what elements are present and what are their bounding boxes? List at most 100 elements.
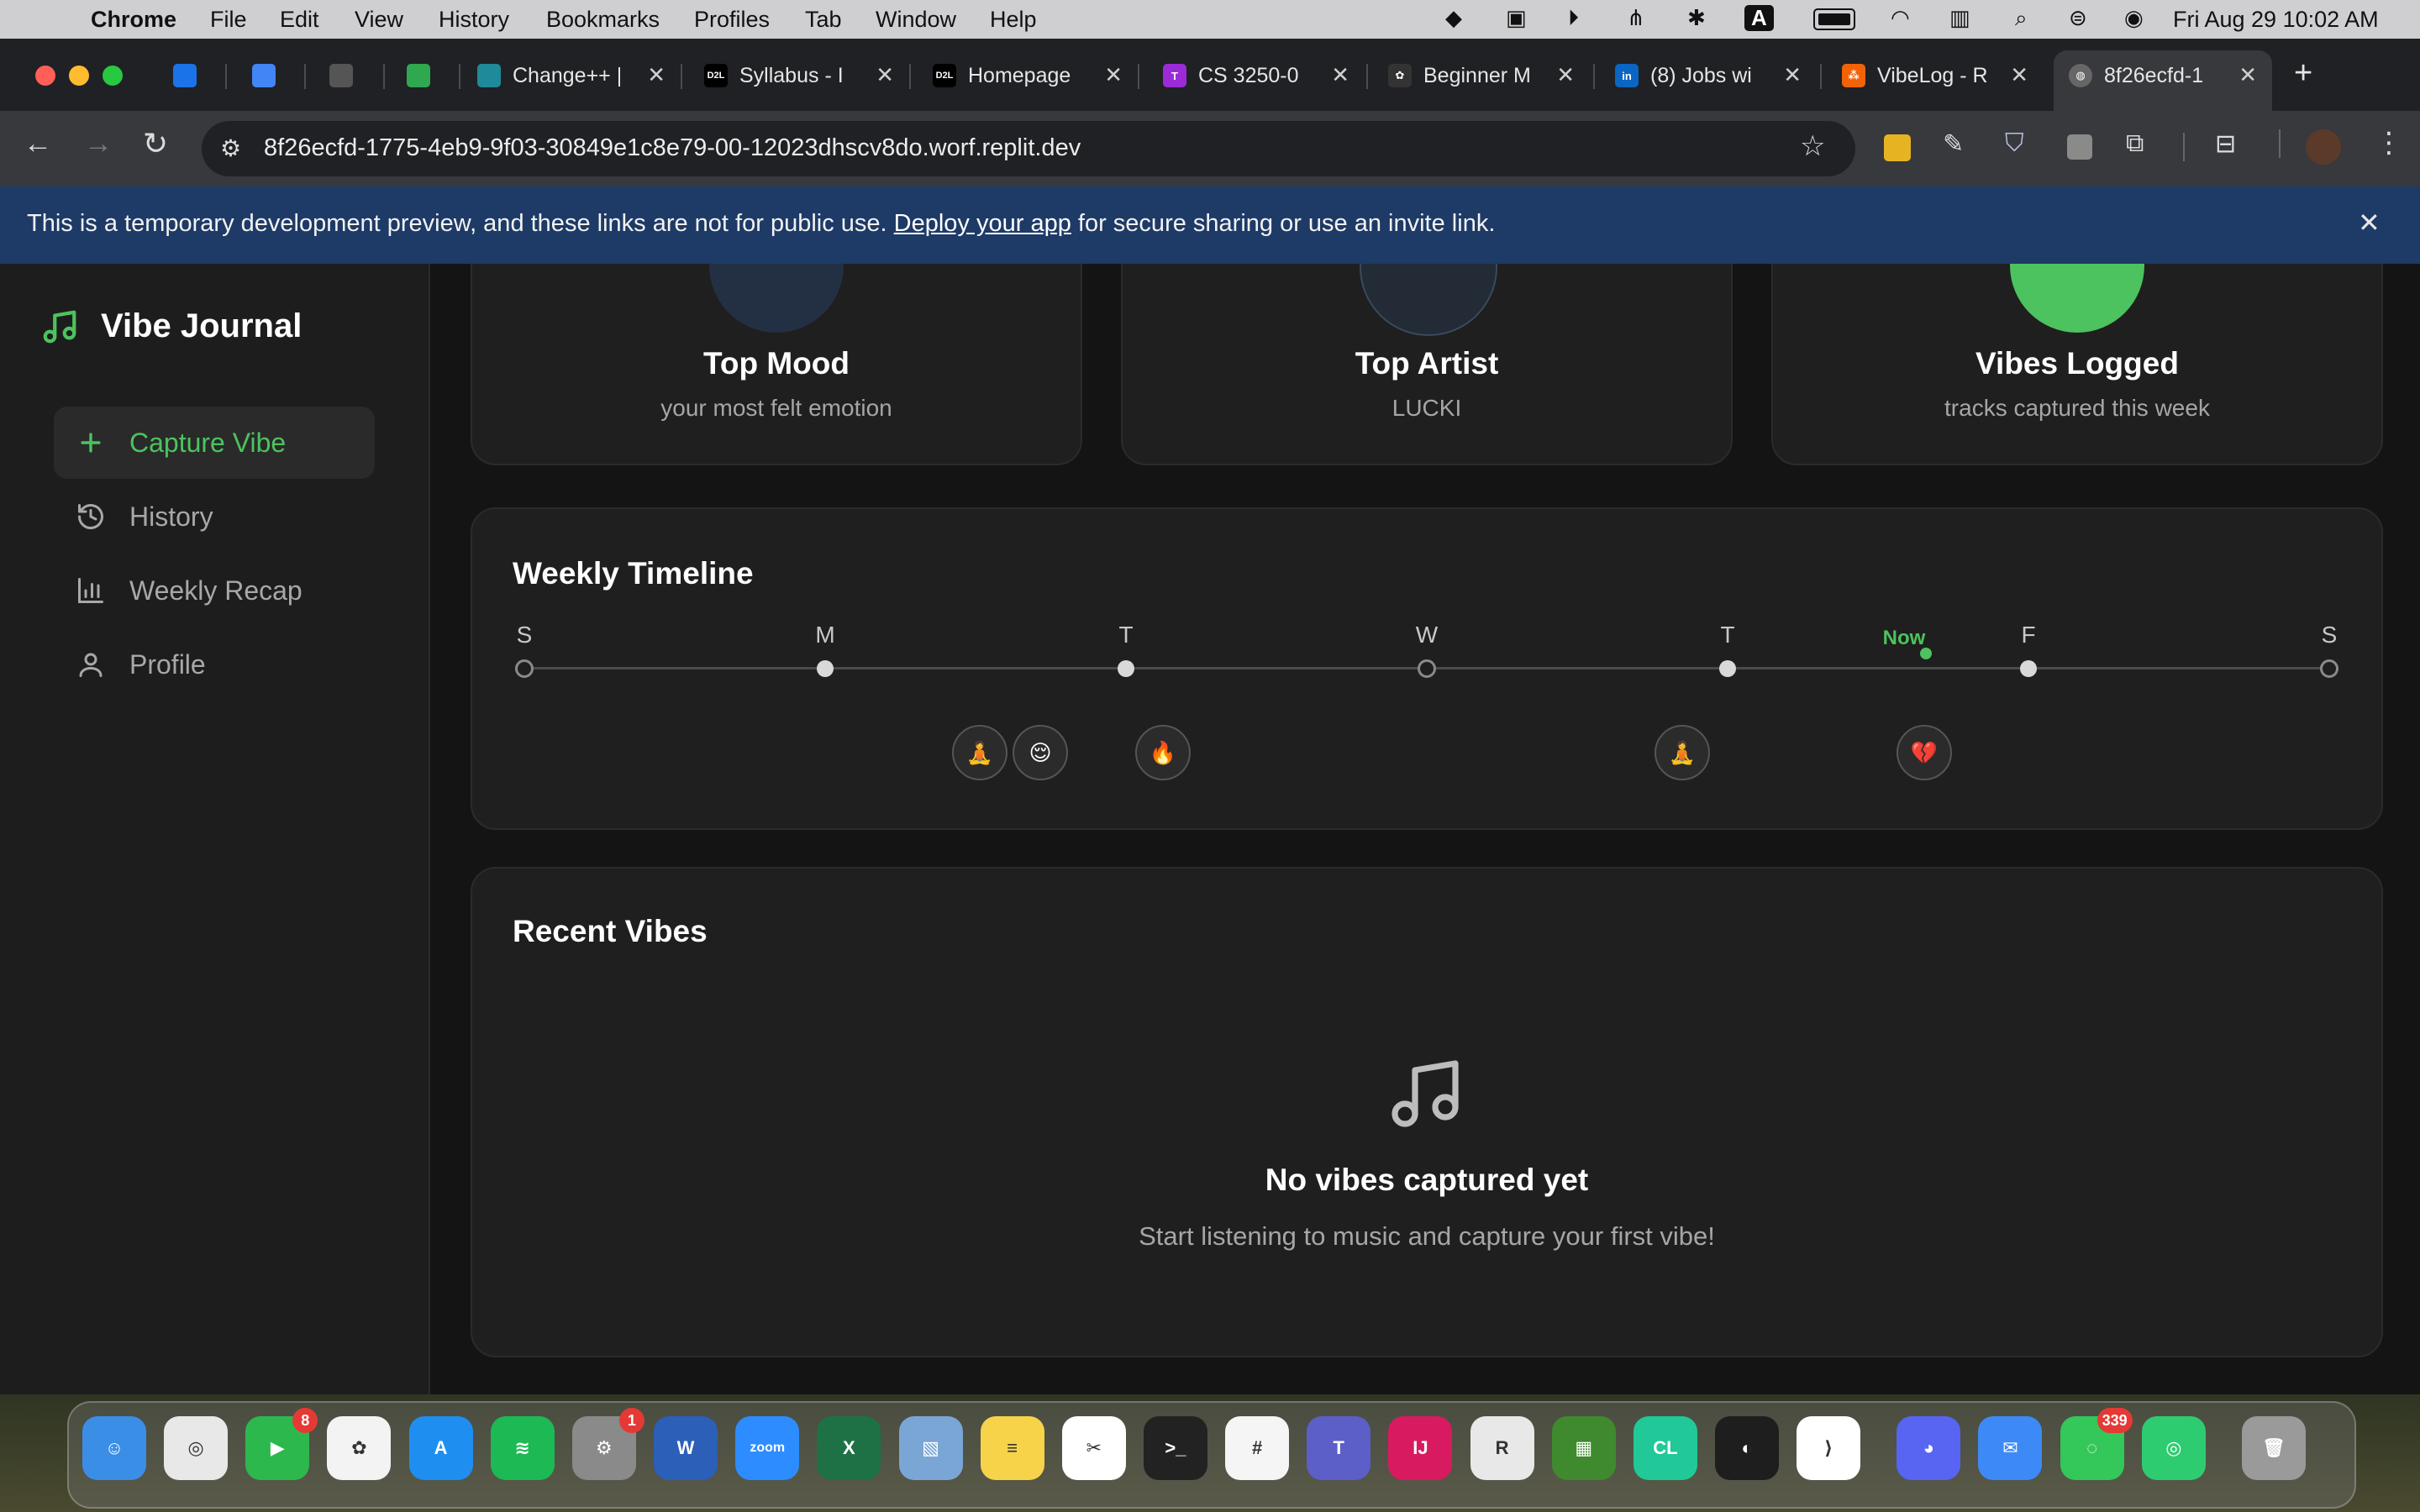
tab-cs3250[interactable]: T CS 3250-0 ✕ xyxy=(1163,54,1349,97)
r-icon[interactable]: R xyxy=(1470,1416,1534,1480)
puzzle-icon[interactable]: ⧉ xyxy=(2126,129,2144,158)
banner-close-icon[interactable]: ✕ xyxy=(2358,207,2381,239)
tab-active-preview[interactable]: ◍ 8f26ecfd-1 ✕ xyxy=(2069,54,2257,97)
settings-icon[interactable]: ⚙ 1 xyxy=(571,1408,644,1480)
tab-pen[interactable] xyxy=(329,54,363,97)
input-source-icon[interactable]: A xyxy=(1744,5,1774,31)
eyedropper-icon[interactable]: ✎ xyxy=(1943,129,1964,159)
menu-file[interactable]: File xyxy=(210,7,247,33)
site-info-icon[interactable]: ⚙ xyxy=(220,134,241,162)
deploy-app-link[interactable]: Deploy your app xyxy=(894,210,1071,237)
window-zoom-button[interactable] xyxy=(103,66,123,86)
messages-icon[interactable]: ◌ 339 xyxy=(2060,1408,2133,1480)
trash-icon[interactable]: 🗑 xyxy=(2241,1416,2306,1480)
back-button[interactable]: ← xyxy=(24,128,52,160)
menu-profiles[interactable]: Profiles xyxy=(694,7,770,33)
intellij-icon[interactable]: IJ xyxy=(1388,1416,1453,1480)
tab-homepage[interactable]: D2L Homepage ✕ xyxy=(933,54,1123,97)
tab-syllabus[interactable]: D2L Syllabus - I ✕ xyxy=(704,54,894,97)
tab-slash[interactable] xyxy=(407,54,440,97)
clion-icon[interactable]: CL xyxy=(1633,1416,1697,1480)
facetime-icon[interactable]: ▶ 8 xyxy=(245,1408,318,1480)
memory-icon[interactable]: ▥ xyxy=(1949,5,1970,31)
finder-icon[interactable]: ☺ xyxy=(82,1416,146,1480)
reload-button[interactable]: ↻ xyxy=(143,126,168,161)
chrome-icon[interactable]: ◎ xyxy=(164,1416,229,1480)
search-icon[interactable]: ⌕ xyxy=(2015,5,2028,32)
teams-icon[interactable]: T xyxy=(1307,1416,1371,1480)
photos-icon[interactable]: ✿ xyxy=(327,1416,392,1480)
tab-beginner[interactable]: ✿ Beginner M ✕ xyxy=(1388,54,1575,97)
close-icon[interactable]: ✕ xyxy=(647,62,666,88)
status-teams-icon[interactable]: ▣ xyxy=(1506,5,1527,31)
close-icon[interactable]: ✕ xyxy=(876,62,894,88)
preview-icon[interactable]: ▧ xyxy=(898,1416,963,1480)
menu-app-name[interactable]: Chrome xyxy=(91,7,176,33)
new-tab-button[interactable]: + xyxy=(2294,55,2312,92)
siri-icon[interactable]: ◉ xyxy=(2124,5,2144,31)
window-close-button[interactable] xyxy=(35,66,55,86)
status-app-icon[interactable]: ◆ xyxy=(1445,5,1462,31)
vibe-entry-bubble[interactable]: 🧘 xyxy=(1655,725,1710,780)
bookmark-star-icon[interactable]: ☆ xyxy=(1800,129,1825,163)
url-text[interactable]: 8f26ecfd-1775-4eb9-9f03-30849e1c8e79-00-… xyxy=(264,134,1081,162)
vscode-icon[interactable]: ⟩ xyxy=(1797,1416,1861,1480)
day-dot[interactable] xyxy=(2020,660,2037,677)
close-icon[interactable]: ✕ xyxy=(2238,62,2257,88)
mail-icon[interactable]: ✉ xyxy=(1978,1416,2043,1480)
menu-window[interactable]: Window xyxy=(876,7,956,33)
excel-icon[interactable]: X xyxy=(817,1416,881,1480)
notes-icon[interactable]: ≡ xyxy=(980,1416,1044,1480)
status-play-icon[interactable]: ⏵ xyxy=(1568,5,1579,32)
discord-icon[interactable]: ◕ xyxy=(1897,1416,1961,1480)
close-icon[interactable]: ✕ xyxy=(1104,62,1123,88)
avatar[interactable] xyxy=(2306,129,2341,165)
menu-history[interactable]: History xyxy=(439,7,509,33)
close-icon[interactable]: ✕ xyxy=(1556,62,1575,88)
close-icon[interactable]: ✕ xyxy=(1331,62,1349,88)
menu-clock[interactable]: Fri Aug 29 10:02 AM xyxy=(2173,7,2379,33)
tab-vibelog[interactable]: ⁂ VibeLog - R ✕ xyxy=(1842,54,2028,97)
battery-icon[interactable] xyxy=(1813,5,1855,33)
nav-capture-vibe[interactable]: Capture Vibe xyxy=(54,407,375,479)
terminal-icon[interactable]: >_ xyxy=(1143,1416,1207,1480)
menu-help[interactable]: Help xyxy=(990,7,1037,33)
extension-2048-icon[interactable] xyxy=(1884,134,1911,161)
day-dot[interactable] xyxy=(817,660,834,677)
control-center-icon[interactable]: ⊜ xyxy=(2069,5,2087,31)
tab-outlook[interactable] xyxy=(173,54,207,97)
tab-calendar[interactable] xyxy=(252,54,286,97)
zoom-icon[interactable]: zoom xyxy=(735,1416,800,1480)
figma-icon[interactable]: ◐ xyxy=(1715,1416,1780,1480)
forward-button[interactable]: → xyxy=(84,128,113,160)
appstore-icon[interactable]: A xyxy=(408,1416,473,1480)
day-dot[interactable] xyxy=(515,659,534,678)
capcut-icon[interactable]: ✂ xyxy=(1061,1416,1126,1480)
window-minimize-button[interactable] xyxy=(69,66,89,86)
vibe-entry-bubble[interactable]: 💔 xyxy=(1897,725,1952,780)
spotify-icon[interactable]: ≋ xyxy=(490,1416,555,1480)
slack-icon[interactable]: # xyxy=(1225,1416,1290,1480)
vibe-entry-bubble[interactable]: 😌 xyxy=(1013,725,1068,780)
vibe-entry-bubble[interactable]: 🧘 xyxy=(952,725,1007,780)
bluetooth-icon[interactable]: ✱ xyxy=(1687,5,1706,31)
minecraft-icon[interactable]: ▦ xyxy=(1551,1416,1616,1480)
findmy-icon[interactable]: ◎ xyxy=(2141,1416,2206,1480)
menu-view[interactable]: View xyxy=(355,7,403,33)
close-icon[interactable]: ✕ xyxy=(1783,62,1802,88)
day-dot[interactable] xyxy=(1118,660,1134,677)
day-dot[interactable] xyxy=(2320,659,2338,678)
tab-search-icon[interactable]: ⊟ xyxy=(2215,129,2236,159)
day-dot[interactable] xyxy=(1719,660,1736,677)
menu-bookmarks[interactable]: Bookmarks xyxy=(546,7,660,33)
status-airpods-icon[interactable]: ⋔ xyxy=(1627,5,1645,31)
close-icon[interactable]: ✕ xyxy=(2010,62,2028,88)
word-icon[interactable]: W xyxy=(654,1416,718,1480)
day-dot[interactable] xyxy=(1418,659,1436,678)
nav-profile[interactable]: Profile xyxy=(54,628,375,701)
menu-tab[interactable]: Tab xyxy=(805,7,842,33)
menu-edit[interactable]: Edit xyxy=(280,7,319,33)
vibe-entry-bubble[interactable]: 🔥 xyxy=(1135,725,1191,780)
tab-changepp[interactable]: Change++ | ✕ xyxy=(477,54,666,97)
nav-history[interactable]: History xyxy=(54,480,375,553)
